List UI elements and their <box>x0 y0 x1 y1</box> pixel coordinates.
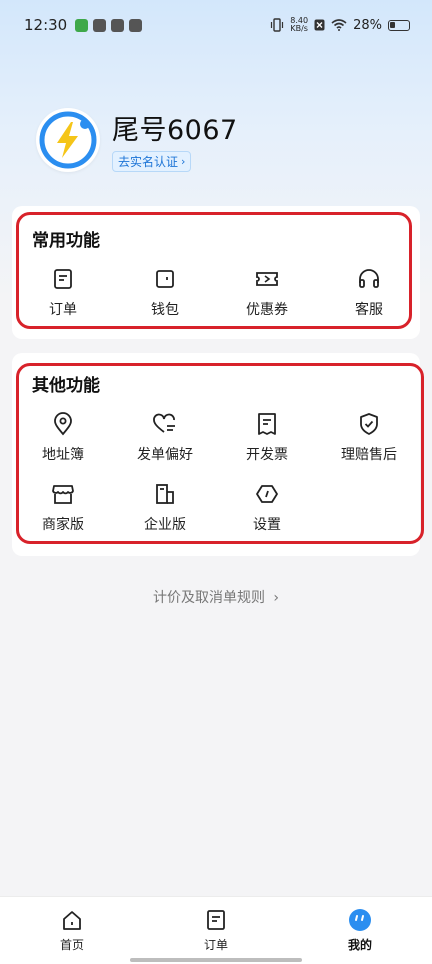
function-merchant-edition[interactable]: 商家版 <box>12 481 114 551</box>
function-label: 开发票 <box>246 447 288 463</box>
wallet-icon <box>152 266 178 292</box>
function-label: 钱包 <box>151 302 179 318</box>
function-settings[interactable]: 设置 <box>216 481 318 551</box>
function-label: 商家版 <box>42 517 84 533</box>
tab-label: 首页 <box>59 938 84 952</box>
net-speed-unit: KB/s <box>290 24 308 33</box>
notification-icons <box>75 18 143 32</box>
heart-preference-icon <box>152 411 178 437</box>
function-address-book[interactable]: 地址簿 <box>12 411 114 481</box>
common-functions-grid: 订单 钱包 优惠券 客服 <box>12 266 420 336</box>
lightning-logo-icon <box>39 111 97 169</box>
common-functions-title: 常用功能 <box>32 231 100 251</box>
pricing-cancellation-rules-link[interactable]: 计价及取消单规则 › <box>0 587 432 607</box>
invoice-icon <box>254 411 280 437</box>
headset-icon <box>356 266 382 292</box>
battery-icon <box>388 19 410 31</box>
shield-check-icon <box>356 411 382 437</box>
user-name: 尾号6067 <box>112 115 238 146</box>
verify-identity-button[interactable]: 去实名认证 › <box>112 151 192 172</box>
order-icon <box>50 266 76 292</box>
function-claims-aftersales[interactable]: 理赔售后 <box>318 411 420 481</box>
tab-label: 订单 <box>203 938 228 952</box>
function-order-preference[interactable]: 发单偏好 <box>114 411 216 481</box>
battery-percent: 28% <box>353 17 382 33</box>
status-right: 8.40 KB/s 28% <box>270 17 410 33</box>
profile-info: 尾号6067 去实名认证 › <box>112 108 238 172</box>
avatar[interactable] <box>36 108 100 172</box>
function-label: 地址簿 <box>42 447 84 463</box>
settings-icon <box>254 481 280 507</box>
chevron-right-icon: › <box>181 155 186 168</box>
function-label: 订单 <box>49 302 77 318</box>
function-customer-service[interactable]: 客服 <box>318 266 420 336</box>
tab-label: 我的 <box>347 938 372 952</box>
function-label: 企业版 <box>144 517 186 533</box>
vibrate-icon <box>271 18 284 32</box>
location-pin-icon <box>50 411 76 437</box>
profile-icon <box>348 908 372 932</box>
net-speed: 8.40 KB/s <box>290 17 308 33</box>
function-label: 发单偏好 <box>137 447 193 463</box>
tab-mine[interactable]: 我的 <box>288 897 432 964</box>
tab-orders[interactable]: 订单 <box>144 897 288 964</box>
function-enterprise-edition[interactable]: 企业版 <box>114 481 216 551</box>
building-icon <box>152 481 178 507</box>
chevron-right-icon: › <box>273 590 280 606</box>
other-functions-grid: 地址簿 发单偏好 开发票 理赔售后 商家版 企业版 设置 <box>12 411 420 551</box>
function-label: 客服 <box>355 302 383 318</box>
home-icon <box>60 908 84 932</box>
store-icon <box>50 481 76 507</box>
function-label: 理赔售后 <box>341 447 397 463</box>
function-coupon[interactable]: 优惠券 <box>216 266 318 336</box>
common-functions-card: 常用功能 订单 钱包 优惠券 客服 <box>12 206 420 339</box>
wifi-icon <box>331 19 347 31</box>
function-wallet[interactable]: 钱包 <box>114 266 216 336</box>
home-indicator <box>130 958 302 962</box>
profile-header: 尾号6067 去实名认证 › <box>36 108 238 172</box>
other-functions-card: 其他功能 地址簿 发单偏好 开发票 理赔售后 商家版 企业版 设置 <box>12 353 420 556</box>
app-notification-icon <box>75 18 89 32</box>
function-label: 优惠券 <box>246 302 288 318</box>
order-icon <box>204 908 228 932</box>
app-notification-icon <box>129 18 143 32</box>
status-time: 12:30 <box>24 16 68 34</box>
bottom-tab-bar: 首页 订单 我的 <box>0 896 432 964</box>
function-order[interactable]: 订单 <box>12 266 114 336</box>
function-label: 设置 <box>253 517 281 533</box>
rules-link-label: 计价及取消单规则 <box>152 590 265 606</box>
app-notification-icon <box>93 18 107 32</box>
other-functions-title: 其他功能 <box>32 376 100 396</box>
sim-x-icon <box>314 19 325 31</box>
status-bar: 12:30 8.40 KB/s 28% <box>0 0 432 50</box>
verify-identity-label: 去实名认证 <box>118 155 179 169</box>
function-invoice[interactable]: 开发票 <box>216 411 318 481</box>
tab-home[interactable]: 首页 <box>0 897 144 964</box>
app-notification-icon <box>111 18 125 32</box>
coupon-icon <box>254 266 280 292</box>
